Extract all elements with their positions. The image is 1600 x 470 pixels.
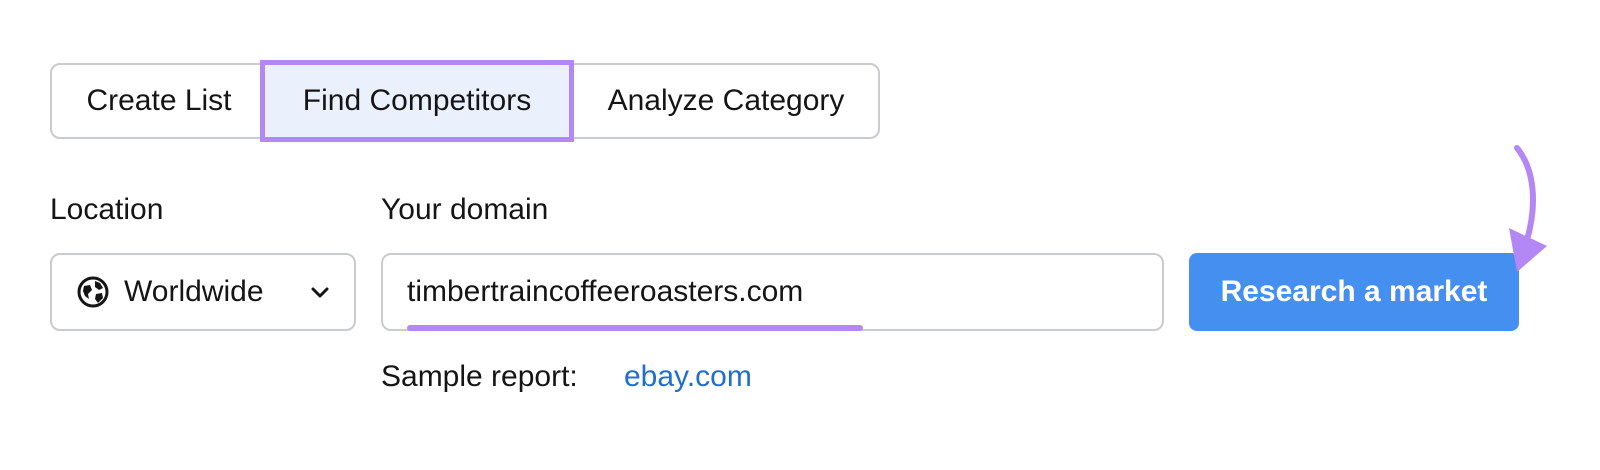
research-market-button[interactable]: Research a market <box>1189 253 1519 331</box>
location-label: Location <box>50 193 164 226</box>
competitor-research-panel: Create List Find Competitors Analyze Cat… <box>0 0 1600 470</box>
tab-create-list[interactable]: Create List <box>52 65 260 137</box>
location-select[interactable]: Worldwide <box>50 253 356 331</box>
domain-input[interactable]: timbertraincoffeeroasters.com <box>381 253 1164 331</box>
mode-tabs: Create List Find Competitors Analyze Cat… <box>50 60 880 142</box>
chevron-down-icon <box>308 281 332 305</box>
pointer-arrow-icon <box>1509 145 1547 272</box>
tab-find-competitors[interactable]: Find Competitors <box>260 60 574 142</box>
sample-report-link[interactable]: ebay.com <box>624 360 752 394</box>
tab-analyze-category[interactable]: Analyze Category <box>574 65 878 137</box>
domain-input-value: timbertraincoffeeroasters.com <box>407 275 804 308</box>
domain-highlight-underline <box>407 325 863 331</box>
sample-report-label: Sample report: <box>381 360 578 393</box>
domain-label: Your domain <box>381 193 549 226</box>
globe-icon <box>76 275 110 309</box>
location-value: Worldwide <box>124 275 264 308</box>
